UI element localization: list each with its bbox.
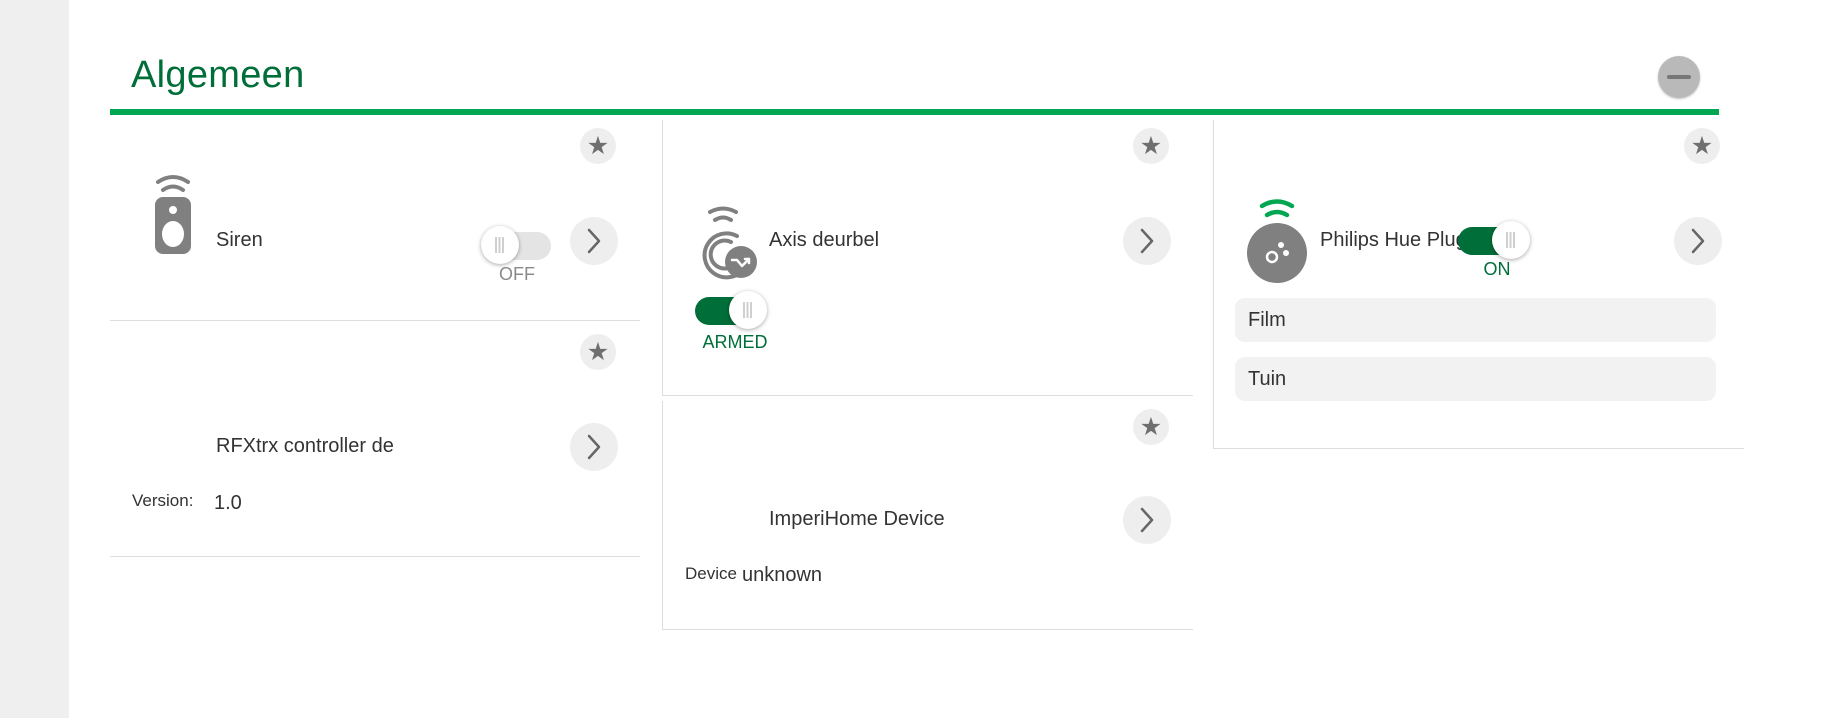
favorite-button[interactable]: ★ <box>1684 128 1720 164</box>
device-name: ImperiHome Device <box>769 508 945 530</box>
power-toggle[interactable] <box>481 226 553 264</box>
section-divider <box>110 109 1719 115</box>
favorite-button[interactable]: ★ <box>580 128 616 164</box>
chevron-right-icon <box>1140 228 1154 254</box>
star-icon: ★ <box>586 338 610 366</box>
device-name: Siren <box>216 229 263 251</box>
device-card-imperihome: ★ ImperiHome Device Device unknown <box>662 401 1193 630</box>
device-details-button[interactable] <box>1123 496 1171 544</box>
chevron-right-icon <box>587 228 601 254</box>
doorbell-sensor-icon <box>702 206 757 280</box>
scene-button-tuin[interactable]: Tuin <box>1235 357 1716 401</box>
device-card-philips-hue: ★ Philips Hue Plugin ON Film Tuin <box>1213 120 1744 449</box>
favorite-button[interactable]: ★ <box>1133 128 1169 164</box>
device-details-button[interactable] <box>570 423 618 471</box>
version-label: Version: <box>132 491 194 510</box>
device-details-button[interactable] <box>1674 217 1722 265</box>
section-title: Algemeen <box>131 54 305 96</box>
siren-remote-icon <box>155 175 191 254</box>
toggle-knob <box>729 291 767 329</box>
device-value: unknown <box>742 564 823 586</box>
device-card-rfxtrx: ★ RFXtrx controller de Version: 1.0 <box>110 326 640 557</box>
toggle-state-label: ARMED <box>702 332 768 352</box>
toggle-state-label: ON <box>1483 259 1511 279</box>
device-card-axis-deurbel: ★ Axis deurbel ARMED <box>662 120 1193 396</box>
minus-icon <box>1667 75 1691 79</box>
toggle-state-label: OFF <box>499 264 535 284</box>
chevron-right-icon <box>1691 228 1705 254</box>
toggle-knob <box>1492 221 1530 259</box>
hue-bridge-icon <box>1247 199 1307 283</box>
device-name: RFXtrx controller de <box>216 435 394 457</box>
scene-button-film[interactable]: Film <box>1235 298 1716 342</box>
device-details-button[interactable] <box>1123 217 1171 265</box>
device-card-siren: ★ Siren OFF <box>110 120 640 321</box>
version-value: 1.0 <box>214 492 242 514</box>
favorite-button[interactable]: ★ <box>1133 409 1169 445</box>
star-icon: ★ <box>1139 132 1163 160</box>
device-details-button[interactable] <box>570 217 618 265</box>
star-icon: ★ <box>586 132 610 160</box>
left-rail <box>0 0 69 718</box>
star-icon: ★ <box>1690 132 1714 160</box>
toggle-knob <box>481 226 519 264</box>
device-name: Axis deurbel <box>769 229 880 251</box>
chevron-right-icon <box>587 434 601 460</box>
star-icon: ★ <box>1139 413 1163 441</box>
arm-toggle[interactable] <box>695 291 767 329</box>
device-label: Device <box>685 564 737 583</box>
favorite-button[interactable]: ★ <box>580 334 616 370</box>
collapse-section-button[interactable] <box>1658 56 1700 98</box>
chevron-right-icon <box>1140 507 1154 533</box>
power-toggle[interactable] <box>1458 221 1530 259</box>
